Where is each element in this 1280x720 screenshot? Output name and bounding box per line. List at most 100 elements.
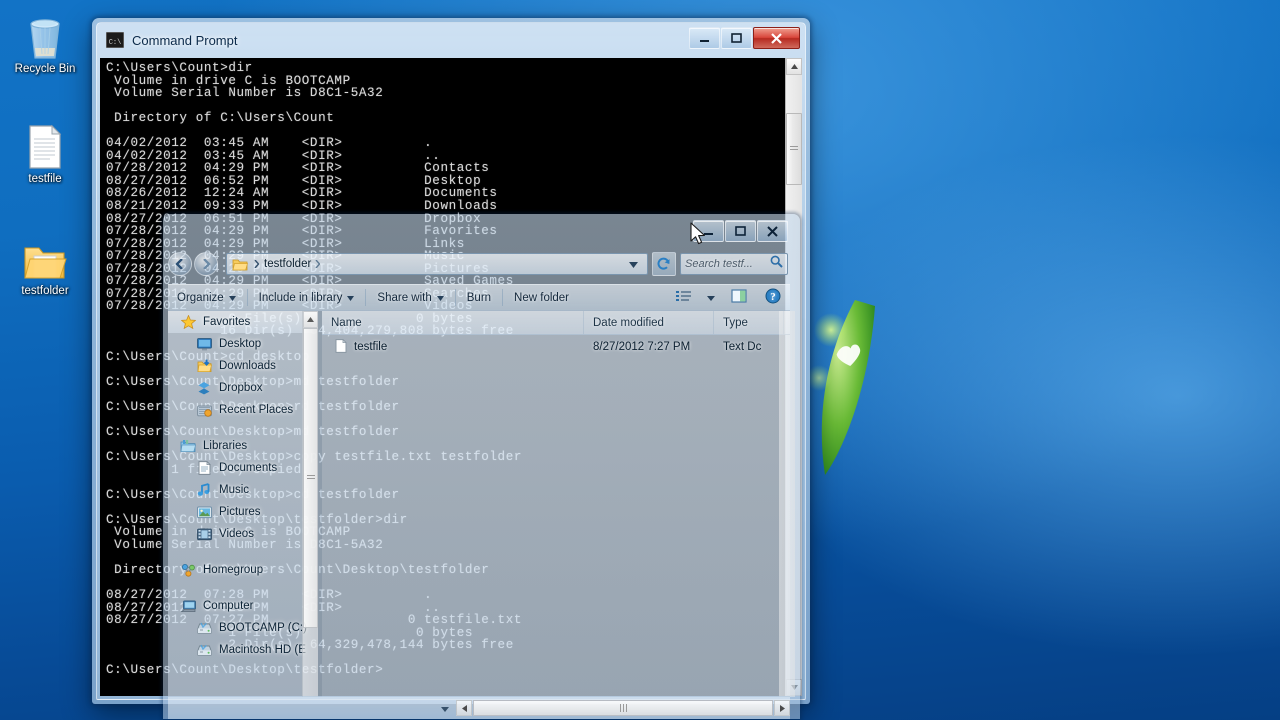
explorer-maximize-button[interactable] xyxy=(725,220,756,242)
cmd-maximize-button[interactable] xyxy=(721,27,752,49)
toolbar-separator xyxy=(246,289,248,306)
file-list: testfile 8/27/2012 7:27 PM Text Dc xyxy=(322,335,790,359)
pictures-icon xyxy=(196,506,212,519)
downloads-icon xyxy=(196,359,212,373)
hscroll-left-arrow-icon[interactable] xyxy=(456,700,472,716)
explorer-minimize-button[interactable] xyxy=(693,220,724,242)
nav-item-libraries[interactable]: Libraries xyxy=(168,435,318,457)
toolbar-separator xyxy=(502,289,504,306)
navigation-list: Favorites Desktop Downloads Dropbox Recent P… xyxy=(168,311,318,661)
horizontal-scroll-thumb[interactable] xyxy=(473,700,773,716)
column-header-name[interactable]: Name xyxy=(322,311,584,334)
scroll-grip-icon xyxy=(306,475,315,481)
forward-button[interactable] xyxy=(194,252,218,276)
text-file-icon xyxy=(335,338,347,356)
address-input[interactable]: testfolder xyxy=(226,253,648,275)
documents-icon xyxy=(196,461,212,475)
navigation-pane-scrollbar[interactable] xyxy=(302,311,318,697)
horizontal-scrollbar[interactable] xyxy=(456,700,790,716)
nav-item-label: Videos xyxy=(219,528,254,540)
nav-item-dropbox[interactable]: Dropbox xyxy=(168,377,318,399)
help-icon: ? xyxy=(765,288,781,307)
nav-item-label: Desktop xyxy=(219,338,262,350)
desktop-icon-recycle-bin[interactable]: Recycle Bin xyxy=(6,12,84,76)
column-header-date-modified[interactable]: Date modified xyxy=(584,311,714,334)
chevron-down-icon xyxy=(707,292,715,304)
explorer-toolbar: Organize Include in library Share with B… xyxy=(168,284,790,311)
cmd-close-button[interactable] xyxy=(753,27,800,49)
search-icon[interactable] xyxy=(770,255,783,273)
nav-item-label: Libraries xyxy=(203,440,248,452)
toolbar-right-group: ? xyxy=(667,288,790,307)
help-button[interactable]: ? xyxy=(756,288,790,307)
nav-item-pictures[interactable]: Pictures xyxy=(168,501,318,523)
nav-item-downloads[interactable]: Downloads xyxy=(168,355,318,377)
nav-item-label: Recent Places xyxy=(219,404,294,416)
column-header-type[interactable]: Type xyxy=(714,311,784,334)
toolbar-share-with-button[interactable]: Share with xyxy=(368,285,452,310)
chevron-right-icon xyxy=(315,255,321,273)
change-view-button[interactable] xyxy=(667,290,700,305)
refresh-button[interactable] xyxy=(652,252,676,276)
toolbar-label: Share with xyxy=(377,291,432,304)
navigation-scroll-thumb[interactable] xyxy=(303,328,318,628)
nav-item-favorites[interactable]: Favorites xyxy=(168,311,318,333)
breadcrumb[interactable]: testfolder xyxy=(264,258,311,270)
chevron-down-icon xyxy=(436,292,444,304)
nav-item-desktop[interactable]: Desktop xyxy=(168,333,318,355)
scroll-up-arrow-icon[interactable] xyxy=(786,58,802,75)
desktop-icon-testfile[interactable]: testfile xyxy=(6,122,84,186)
nav-item-computer[interactable]: Computer xyxy=(168,595,318,617)
desktop-icon-testfolder[interactable]: testfolder xyxy=(6,234,84,298)
command-prompt-window-controls xyxy=(689,27,800,49)
nav-item-music[interactable]: Music xyxy=(168,479,318,501)
desktop-icon-label: testfolder xyxy=(21,285,69,297)
navigation-pane[interactable]: Favorites Desktop Downloads Dropbox Recent P… xyxy=(168,311,318,697)
view-dropdown-button[interactable] xyxy=(700,292,722,304)
nav-item-documents[interactable]: Documents xyxy=(168,457,318,479)
explorer-close-button[interactable] xyxy=(757,220,788,242)
explorer-status-bar xyxy=(168,696,790,719)
file-list-scrollbar[interactable] xyxy=(779,311,795,697)
folder-icon xyxy=(232,258,248,271)
nav-item-homegroup[interactable]: Homegroup xyxy=(168,559,318,581)
nav-item-macintosh-hd-e[interactable]: Macintosh HD (E xyxy=(168,639,318,661)
hard-drive-icon xyxy=(196,644,212,657)
toolbar-label: Burn xyxy=(466,291,492,304)
cmd-minimize-button[interactable] xyxy=(689,27,720,49)
nav-item-label: Downloads xyxy=(219,360,276,372)
file-explorer-window[interactable]: testfolder Search testf... Organize Incl… xyxy=(163,214,800,719)
nav-item-videos[interactable]: Videos xyxy=(168,523,318,545)
explorer-main-area: Favorites Desktop Downloads Dropbox Recent P… xyxy=(168,311,790,697)
search-input[interactable]: Search testf... xyxy=(680,253,788,275)
nav-scroll-up-arrow-icon[interactable] xyxy=(303,311,318,328)
toolbar-include-in-library-button[interactable]: Include in library xyxy=(250,285,364,310)
nav-item-recent-places[interactable]: Recent Places xyxy=(168,399,318,421)
back-button[interactable] xyxy=(168,252,192,276)
file-list-pane[interactable]: Name Date modified Type testfile 8/27/201… xyxy=(322,311,790,697)
command-prompt-scroll-thumb[interactable] xyxy=(786,113,802,185)
toolbar-organize-button[interactable]: Organize xyxy=(168,285,245,310)
nav-item-label: Documents xyxy=(219,462,278,474)
toolbar-new-folder-button[interactable]: New folder xyxy=(505,285,578,310)
toolbar-label: Include in library xyxy=(258,291,343,304)
bottom-chevron-down-icon[interactable] xyxy=(434,699,456,717)
dropbox-icon xyxy=(196,381,212,395)
nav-item-label: Pictures xyxy=(219,506,261,518)
file-row[interactable]: testfile 8/27/2012 7:27 PM Text Dc xyxy=(322,335,790,359)
address-dropdown-chevron-down-icon[interactable] xyxy=(623,255,644,273)
hscroll-right-arrow-icon[interactable] xyxy=(774,700,790,716)
toolbar-burn-button[interactable]: Burn xyxy=(458,285,500,310)
nav-item-bootcamp-c[interactable]: BOOTCAMP (C:) xyxy=(168,617,318,639)
desktop-icon-label: testfile xyxy=(28,173,62,185)
toolbar-label: New folder xyxy=(514,291,570,304)
scroll-grip-icon xyxy=(790,146,798,152)
nav-item-label: Homegroup xyxy=(203,564,264,576)
column-headers: Name Date modified Type xyxy=(322,311,790,335)
preview-pane-icon xyxy=(731,289,747,306)
file-name-label: testfile xyxy=(354,341,388,353)
desktop-icon-label: Recycle Bin xyxy=(14,63,76,75)
nav-item-label: Music xyxy=(219,484,250,496)
preview-pane-button[interactable] xyxy=(722,289,756,306)
